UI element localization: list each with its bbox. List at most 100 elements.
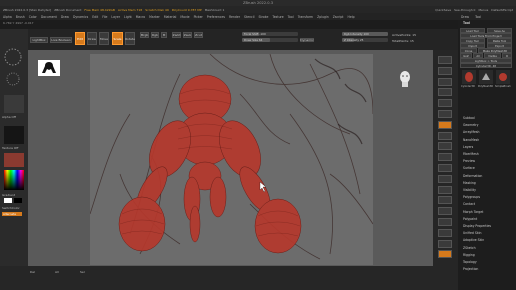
- zcut-button[interactable]: Zcut: [194, 32, 203, 38]
- section-display-properties[interactable]: Display Properties: [460, 224, 512, 229]
- visible-button[interactable]: Visible: [484, 53, 501, 58]
- rotate-button[interactable]: Rotate: [125, 32, 135, 45]
- quicksave-button[interactable]: QuickSave: [435, 8, 451, 12]
- copy-tool-button[interactable]: Copy Tool: [460, 38, 485, 43]
- menu-tool[interactable]: Tool: [475, 15, 481, 19]
- subtool-thumbnail-polymesh[interactable]: [479, 70, 493, 84]
- tool-panel-title[interactable]: Tool: [460, 21, 512, 26]
- section-rigging[interactable]: Rigging: [460, 253, 512, 258]
- menus-toggle[interactable]: Menus: [478, 8, 488, 12]
- clone-button[interactable]: Clone: [460, 48, 477, 53]
- section-geometry[interactable]: Geometry: [460, 123, 512, 128]
- menu-dynamics[interactable]: Dynamics: [73, 15, 88, 19]
- actual-icon[interactable]: [438, 99, 452, 108]
- del-button[interactable]: Del: [30, 270, 35, 274]
- viewport[interactable]: [28, 50, 458, 266]
- aahalf-icon[interactable]: [438, 110, 452, 118]
- rgb-button[interactable]: Rgb: [151, 32, 159, 38]
- paste-tool-button[interactable]: Paste Tool: [487, 38, 512, 43]
- polyf-icon[interactable]: [438, 207, 452, 216]
- rgb-intensity-slider[interactable]: Rgb Intensity 100: [342, 32, 388, 36]
- section-contact[interactable]: Contact: [460, 202, 512, 207]
- menu-edit[interactable]: Edit: [92, 15, 98, 19]
- color-picker[interactable]: [4, 170, 24, 190]
- section-deformation[interactable]: Deformation: [460, 174, 512, 179]
- focal-shift-slider[interactable]: Focal Shift -100: [242, 32, 298, 36]
- make-polymesh-button[interactable]: Make PolyMesh3D: [478, 48, 512, 53]
- menu-alpha[interactable]: Alpha: [3, 15, 12, 19]
- save-as-button[interactable]: Save As: [487, 28, 512, 33]
- all-button[interactable]: All: [55, 270, 59, 274]
- menu-picker[interactable]: Picker: [194, 15, 203, 19]
- move-view-icon[interactable]: [438, 174, 452, 183]
- move-button[interactable]: Move: [99, 32, 109, 45]
- menu-draw[interactable]: Draw: [461, 15, 469, 19]
- section-surface[interactable]: Surface: [460, 166, 512, 171]
- menu-texture[interactable]: Texture: [272, 15, 283, 19]
- zoom-icon[interactable]: [438, 88, 452, 97]
- spix-icon[interactable]: [438, 66, 452, 75]
- all-button[interactable]: All: [473, 53, 483, 58]
- section-nanomesh[interactable]: NanoMesh: [460, 138, 512, 143]
- zadd-button[interactable]: Zadd: [172, 32, 181, 38]
- navigation-head-icon[interactable]: [398, 70, 412, 88]
- menu-movie[interactable]: Movie: [180, 15, 189, 19]
- current-tool-slider[interactable]: Cylinder3D. 48: [460, 63, 512, 68]
- menu-tool[interactable]: Tool: [288, 15, 294, 19]
- section-projection[interactable]: Projection: [460, 267, 512, 272]
- load-tool-button[interactable]: Load Tool: [460, 28, 485, 33]
- r-button[interactable]: R: [502, 53, 512, 58]
- import-button[interactable]: Import: [460, 43, 485, 48]
- switch-color-label[interactable]: SwitchColor: [2, 206, 20, 210]
- menu-marker[interactable]: Marker: [149, 15, 160, 19]
- z-intensity-slider[interactable]: Z Intensity 25: [342, 38, 388, 42]
- menu-zscript[interactable]: Zscript: [333, 15, 344, 19]
- section-preview[interactable]: Preview: [460, 159, 512, 164]
- section-visibility[interactable]: Visibility: [460, 188, 512, 193]
- frame-icon[interactable]: [438, 164, 452, 172]
- xyz-icon[interactable]: [438, 153, 452, 162]
- menu-light[interactable]: Light: [124, 15, 132, 19]
- document-canvas[interactable]: [89, 53, 374, 265]
- edit-button[interactable]: Edit: [75, 32, 85, 45]
- see-through-slider[interactable]: See-through 0: [454, 8, 475, 12]
- section-polypaint[interactable]: Polypaint: [460, 217, 512, 222]
- alpha-thumbnail[interactable]: [4, 95, 24, 113]
- menu-transform[interactable]: Transform: [298, 15, 313, 19]
- subtool-thumbnail-cylinder[interactable]: [462, 70, 476, 84]
- subtool-thumbnail-simplebrush[interactable]: [496, 70, 510, 84]
- brush-icon[interactable]: [3, 47, 23, 67]
- zsub-button[interactable]: Zsub: [183, 32, 192, 38]
- material-thumbnail[interactable]: [4, 153, 24, 167]
- dynamic-button[interactable]: Dynamic: [300, 38, 314, 42]
- scale-button[interactable]: Scale: [112, 32, 123, 45]
- menu-zplugin[interactable]: Zplugin: [317, 15, 329, 19]
- menu-stencil[interactable]: Stencil: [244, 15, 254, 19]
- menu-brush[interactable]: Brush: [16, 15, 25, 19]
- section-topology[interactable]: Topology: [460, 260, 512, 265]
- m-button[interactable]: M: [161, 32, 167, 38]
- rotate-view-icon[interactable]: [438, 196, 452, 205]
- menu-file[interactable]: File: [102, 15, 107, 19]
- load-tools-from-project-button[interactable]: Load Tools From Project: [460, 33, 512, 38]
- lightbox-button[interactable]: LightBox: [30, 37, 48, 43]
- live-boolean-button[interactable]: Live Boolean: [50, 37, 72, 43]
- section-fibermesh[interactable]: FiberMesh: [460, 152, 512, 157]
- menu-preferences[interactable]: Preferences: [207, 15, 225, 19]
- mrgb-button[interactable]: Mrgb: [140, 32, 149, 38]
- section-masking[interactable]: Masking: [460, 181, 512, 186]
- xpose-icon[interactable]: [438, 250, 452, 259]
- goz-button[interactable]: GoZ: [460, 53, 472, 58]
- sel-button[interactable]: Sel: [80, 270, 85, 274]
- alternate-button[interactable]: Alternate: [2, 212, 22, 216]
- draw-size-slider[interactable]: Draw Size 64: [242, 38, 298, 42]
- solo-icon[interactable]: [438, 239, 452, 248]
- primary-color-swatch[interactable]: [4, 198, 12, 203]
- menu-layer[interactable]: Layer: [111, 15, 120, 19]
- menu-help[interactable]: Help: [348, 15, 355, 19]
- section-polygroups[interactable]: Polygroups: [460, 195, 512, 200]
- transp-icon[interactable]: [438, 218, 452, 226]
- section-adaptive-skin[interactable]: Adaptive Skin: [460, 238, 512, 243]
- section-zsketch[interactable]: ZSketch: [460, 246, 512, 251]
- menu-document[interactable]: Document: [41, 15, 57, 19]
